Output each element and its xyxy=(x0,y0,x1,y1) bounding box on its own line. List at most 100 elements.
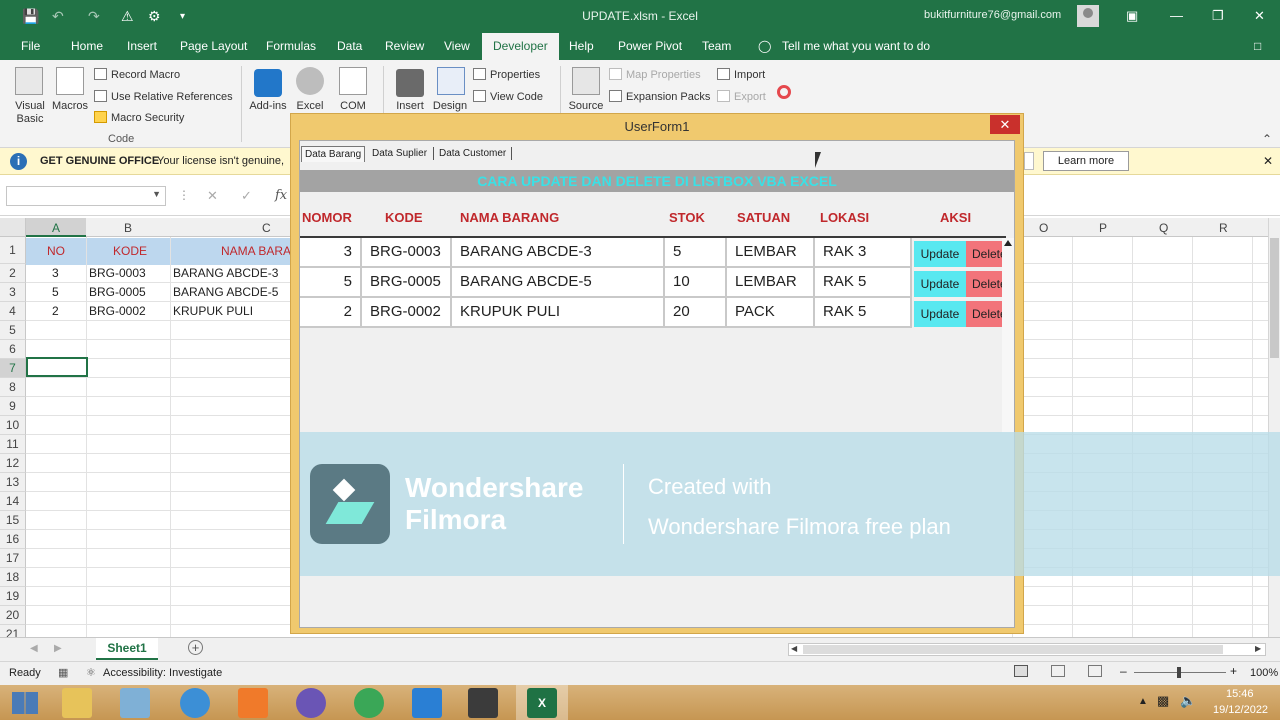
network-icon[interactable]: ▩ xyxy=(1157,693,1169,709)
excel-taskbar-icon[interactable]: X xyxy=(527,688,557,718)
listbox-scrollbar[interactable] xyxy=(1002,238,1014,433)
sublime-text-icon[interactable] xyxy=(468,688,498,718)
row-header[interactable]: 11 xyxy=(0,435,26,454)
name-box[interactable]: ▼ xyxy=(6,186,166,206)
zoom-in-icon[interactable]: + xyxy=(1230,664,1237,678)
excel-addins-button[interactable]: Excel xyxy=(290,100,330,113)
cell-b1[interactable]: KODE xyxy=(113,242,147,261)
cell-c2[interactable]: BARANG ABCDE-3 xyxy=(173,264,278,283)
add-sheet-icon[interactable]: + xyxy=(188,640,203,655)
cell-c4[interactable]: KRUPUK PULI xyxy=(173,302,253,321)
tab-developer[interactable]: Developer xyxy=(482,33,559,60)
cancel-formula-icon[interactable]: ✕ xyxy=(207,188,218,204)
scrollbar-thumb[interactable] xyxy=(1270,238,1279,358)
minimize-button[interactable]: — xyxy=(1170,8,1183,23)
close-window-button[interactable]: ✕ xyxy=(1254,8,1265,24)
record-macro-button[interactable]: Record Macro xyxy=(94,68,180,81)
avatar[interactable] xyxy=(1077,5,1099,27)
map-properties-button[interactable]: Map Properties xyxy=(609,68,701,81)
clock-time[interactable]: 15:46 xyxy=(1226,688,1254,700)
row-header[interactable]: 19 xyxy=(0,587,26,606)
page-break-view-icon[interactable] xyxy=(1088,665,1102,677)
listbox-row[interactable]: 2 BRG-0002 KRUPUK PULI 20 PACK RAK 5 xyxy=(300,298,912,328)
row-header[interactable]: 6 xyxy=(0,340,26,359)
learn-more-button[interactable]: Learn more xyxy=(1043,151,1129,171)
view-code-button[interactable]: View Code xyxy=(473,90,543,103)
scroll-left-icon[interactable]: ◀ xyxy=(791,644,797,653)
app-icon-blue[interactable] xyxy=(120,688,150,718)
next-sheet-icon[interactable]: ▶ xyxy=(54,643,62,654)
row-header[interactable]: 4 xyxy=(0,302,26,321)
row-header[interactable]: 14 xyxy=(0,492,26,511)
row-header[interactable]: 15 xyxy=(0,511,26,530)
app-icon-purple[interactable] xyxy=(296,688,326,718)
cell-a4[interactable]: 2 xyxy=(52,302,59,321)
row-header[interactable]: 10 xyxy=(0,416,26,435)
userform-close-button[interactable]: ✕ xyxy=(990,115,1020,134)
import-button[interactable]: Import xyxy=(717,68,765,81)
properties-button[interactable]: Properties xyxy=(473,68,540,81)
tell-me-search[interactable]: Tell me what you want to do xyxy=(782,39,930,53)
xampp-icon[interactable] xyxy=(238,688,268,718)
select-all-corner[interactable] xyxy=(0,218,26,237)
column-header-c[interactable]: C xyxy=(262,221,271,235)
tab-help[interactable]: Help xyxy=(569,39,594,53)
row-header[interactable]: 20 xyxy=(0,606,26,625)
column-header-p[interactable]: P xyxy=(1099,221,1107,235)
zoom-slider-thumb[interactable] xyxy=(1177,667,1181,678)
tab-team[interactable]: Team xyxy=(702,39,731,53)
zoom-out-icon[interactable]: – xyxy=(1120,664,1127,678)
cell-c3[interactable]: BARANG ABCDE-5 xyxy=(173,283,278,302)
close-license-bar-icon[interactable]: ✕ xyxy=(1263,154,1273,168)
comments-icon[interactable]: □ xyxy=(1254,39,1261,53)
tab-data[interactable]: Data xyxy=(337,39,362,53)
addins-button[interactable]: Add-ins xyxy=(248,100,288,113)
tab-data-customer[interactable]: Data Customer xyxy=(436,146,509,162)
column-header-b[interactable]: B xyxy=(124,221,132,235)
page-layout-view-icon[interactable] xyxy=(1051,665,1065,677)
row-header[interactable]: 5 xyxy=(0,321,26,340)
xml-source-button[interactable]: Source xyxy=(566,100,606,113)
cell-b4[interactable]: BRG-0002 xyxy=(89,302,146,321)
tab-view[interactable]: View xyxy=(444,39,470,53)
row-header[interactable]: 8 xyxy=(0,378,26,397)
delete-button[interactable]: Delete xyxy=(966,241,1004,267)
account-email[interactable]: bukitfurniture76@gmail.com xyxy=(924,9,1061,21)
chevron-down-icon[interactable]: ▼ xyxy=(152,189,161,199)
row-header[interactable]: 1 xyxy=(0,237,26,264)
collapse-ribbon-icon[interactable]: ⌃ xyxy=(1262,132,1272,146)
tab-data-barang[interactable]: Data Barang xyxy=(301,146,366,162)
active-cell-a7[interactable] xyxy=(26,357,88,377)
macros-button[interactable]: Macros xyxy=(50,100,90,113)
row-header[interactable]: 2 xyxy=(0,264,26,283)
accessibility-status[interactable]: Accessibility: Investigate xyxy=(103,667,222,679)
column-header-r[interactable]: R xyxy=(1219,221,1228,235)
ribbon-display-icon[interactable]: ▣ xyxy=(1126,8,1138,24)
enter-formula-icon[interactable]: ✓ xyxy=(241,188,252,204)
row-header[interactable]: 17 xyxy=(0,549,26,568)
update-button[interactable]: Update xyxy=(914,301,966,327)
license-button-edge[interactable] xyxy=(1024,152,1034,170)
horizontal-scrollbar[interactable]: ◀ ▶ xyxy=(788,643,1266,656)
hscroll-thumb[interactable] xyxy=(803,645,1223,654)
tab-formulas[interactable]: Formulas xyxy=(266,39,316,53)
row-header[interactable]: 16 xyxy=(0,530,26,549)
cell-a2[interactable]: 3 xyxy=(52,264,59,283)
restore-button[interactable]: ❐ xyxy=(1212,8,1224,24)
internet-explorer-icon[interactable] xyxy=(180,688,210,718)
column-header-o[interactable]: O xyxy=(1039,221,1048,235)
prev-sheet-icon[interactable]: ◀ xyxy=(30,643,38,654)
tab-power-pivot[interactable]: Power Pivot xyxy=(618,39,682,53)
tab-home[interactable]: Home xyxy=(71,39,103,53)
tab-data-suplier[interactable]: Data Suplier xyxy=(369,146,430,162)
cell-a3[interactable]: 5 xyxy=(52,283,59,302)
tab-insert[interactable]: Insert xyxy=(127,39,157,53)
cell-a1[interactable]: NO xyxy=(47,242,65,261)
row-header[interactable]: 12 xyxy=(0,454,26,473)
row-header[interactable]: 18 xyxy=(0,568,26,587)
tab-review[interactable]: Review xyxy=(385,39,424,53)
cell-b2[interactable]: BRG-0003 xyxy=(89,264,146,283)
tab-file[interactable]: File xyxy=(21,39,40,53)
row-header[interactable]: 13 xyxy=(0,473,26,492)
row-header[interactable]: 9 xyxy=(0,397,26,416)
